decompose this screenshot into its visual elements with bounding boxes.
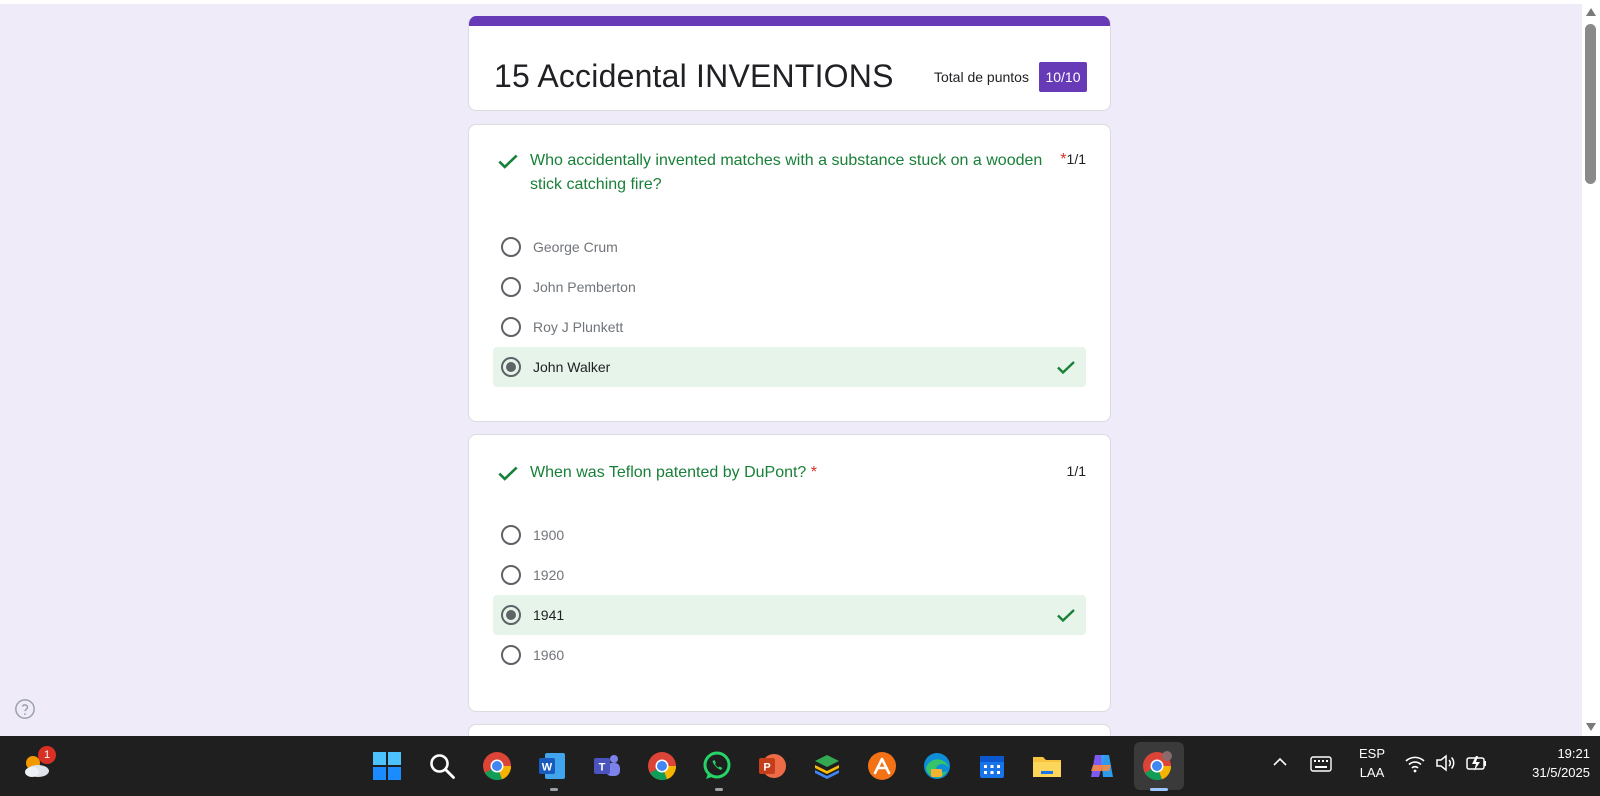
- weather-widget-icon[interactable]: 1: [16, 746, 56, 786]
- option-1900[interactable]: 1900: [493, 515, 1086, 555]
- total-points-badge: 10/10: [1039, 62, 1087, 92]
- option-label: 1920: [533, 567, 565, 583]
- form-title: 15 Accidental INVENTIONS: [494, 58, 894, 94]
- radio-button[interactable]: [501, 277, 521, 297]
- radio-button[interactable]: [501, 237, 521, 257]
- vertical-scrollbar[interactable]: [1582, 0, 1600, 736]
- keyboard-layout-code: LAA: [1359, 765, 1385, 780]
- option-label: John Pemberton: [533, 279, 636, 295]
- radio-button-selected[interactable]: [501, 357, 521, 377]
- language-code: ESP: [1358, 746, 1385, 761]
- radio-button[interactable]: [501, 317, 521, 337]
- option-john-walker[interactable]: John Walker: [493, 347, 1086, 387]
- radio-button[interactable]: [501, 525, 521, 545]
- clock-time: 19:21: [1557, 746, 1590, 761]
- option-roy-j-plunkett[interactable]: Roy J Plunkett: [493, 307, 1086, 347]
- correct-check-icon: [1057, 609, 1075, 623]
- battery-charging-icon[interactable]: [1464, 752, 1490, 774]
- question-text: Who accidentally invented matches with a…: [530, 152, 1043, 193]
- copilot-icon[interactable]: [1082, 746, 1122, 786]
- correct-check-icon: [498, 466, 518, 481]
- svg-text:P: P: [763, 762, 770, 774]
- system-clock[interactable]: 19:21 31/5/2025: [1500, 744, 1590, 782]
- option-label: 1960: [533, 647, 565, 663]
- question-header: Who accidentally invented matches with a…: [495, 149, 1055, 197]
- calendar-icon[interactable]: [972, 746, 1012, 786]
- chrome-active-icon[interactable]: [1137, 746, 1177, 786]
- taskbar: 1 W T P ESP LAA 19:21 31/5/2025: [0, 736, 1600, 796]
- volume-icon[interactable]: [1434, 752, 1458, 774]
- language-indicator[interactable]: ESP LAA: [1352, 744, 1392, 782]
- page-top-edge: [0, 0, 1582, 4]
- question-score: 1/1: [1066, 463, 1086, 479]
- wifi-icon[interactable]: [1404, 752, 1426, 774]
- powerpoint-icon[interactable]: P: [752, 746, 792, 786]
- correct-check-icon: [1057, 361, 1075, 375]
- svg-text:T: T: [599, 762, 606, 774]
- clock-date: 31/5/2025: [1532, 765, 1590, 780]
- scrollbar-thumb[interactable]: [1585, 24, 1596, 184]
- help-icon[interactable]: [14, 698, 36, 720]
- chevron-up-icon[interactable]: [1272, 754, 1288, 770]
- chrome-icon[interactable]: [477, 746, 517, 786]
- windows-start-icon[interactable]: [367, 746, 407, 786]
- option-1960[interactable]: 1960: [493, 635, 1086, 675]
- question-card: When was Teflon patented by DuPont? * 1/…: [468, 434, 1111, 712]
- option-john-pemberton[interactable]: John Pemberton: [493, 267, 1086, 307]
- whatsapp-icon[interactable]: [697, 746, 737, 786]
- form-title-card: 15 Accidental INVENTIONS Total de puntos…: [468, 16, 1111, 111]
- option-label: 1900: [533, 527, 565, 543]
- option-label: Roy J Plunkett: [533, 319, 624, 335]
- form-accent-band: [469, 16, 1110, 26]
- active-indicator: [1150, 788, 1168, 791]
- question-text: When was Teflon patented by DuPont? *: [530, 464, 818, 481]
- correct-check-icon: [498, 154, 518, 169]
- required-asterisk: *: [810, 464, 818, 481]
- arrow-app-icon[interactable]: [862, 746, 902, 786]
- stack-app-icon[interactable]: [807, 746, 847, 786]
- option-george-crum[interactable]: George Crum: [493, 227, 1086, 267]
- total-points-label: Total de puntos: [934, 69, 1029, 85]
- chrome-icon-2[interactable]: [642, 746, 682, 786]
- scroll-down-arrow-icon[interactable]: [1586, 723, 1596, 731]
- word-icon[interactable]: W: [532, 746, 572, 786]
- option-label: John Walker: [533, 359, 611, 375]
- radio-button[interactable]: [501, 565, 521, 585]
- question-header: When was Teflon patented by DuPont? *: [495, 461, 1055, 486]
- option-label: 1941: [533, 607, 565, 623]
- radio-button[interactable]: [501, 645, 521, 665]
- keyboard-icon[interactable]: [1310, 754, 1332, 774]
- teams-icon[interactable]: T: [587, 746, 627, 786]
- svg-text:W: W: [542, 762, 553, 774]
- edge-icon[interactable]: [917, 746, 957, 786]
- notification-badge: 1: [38, 746, 56, 764]
- question-card: Who accidentally invented matches with a…: [468, 124, 1111, 422]
- running-indicator: [550, 788, 558, 791]
- running-indicator: [715, 788, 723, 791]
- option-1920[interactable]: 1920: [493, 555, 1086, 595]
- option-label: George Crum: [533, 239, 618, 255]
- scroll-up-arrow-icon[interactable]: [1586, 8, 1596, 16]
- search-icon[interactable]: [422, 746, 462, 786]
- radio-button-selected[interactable]: [501, 605, 521, 625]
- option-1941[interactable]: 1941: [493, 595, 1086, 635]
- question-score: *1/1: [1060, 151, 1086, 168]
- file-explorer-icon[interactable]: [1027, 746, 1067, 786]
